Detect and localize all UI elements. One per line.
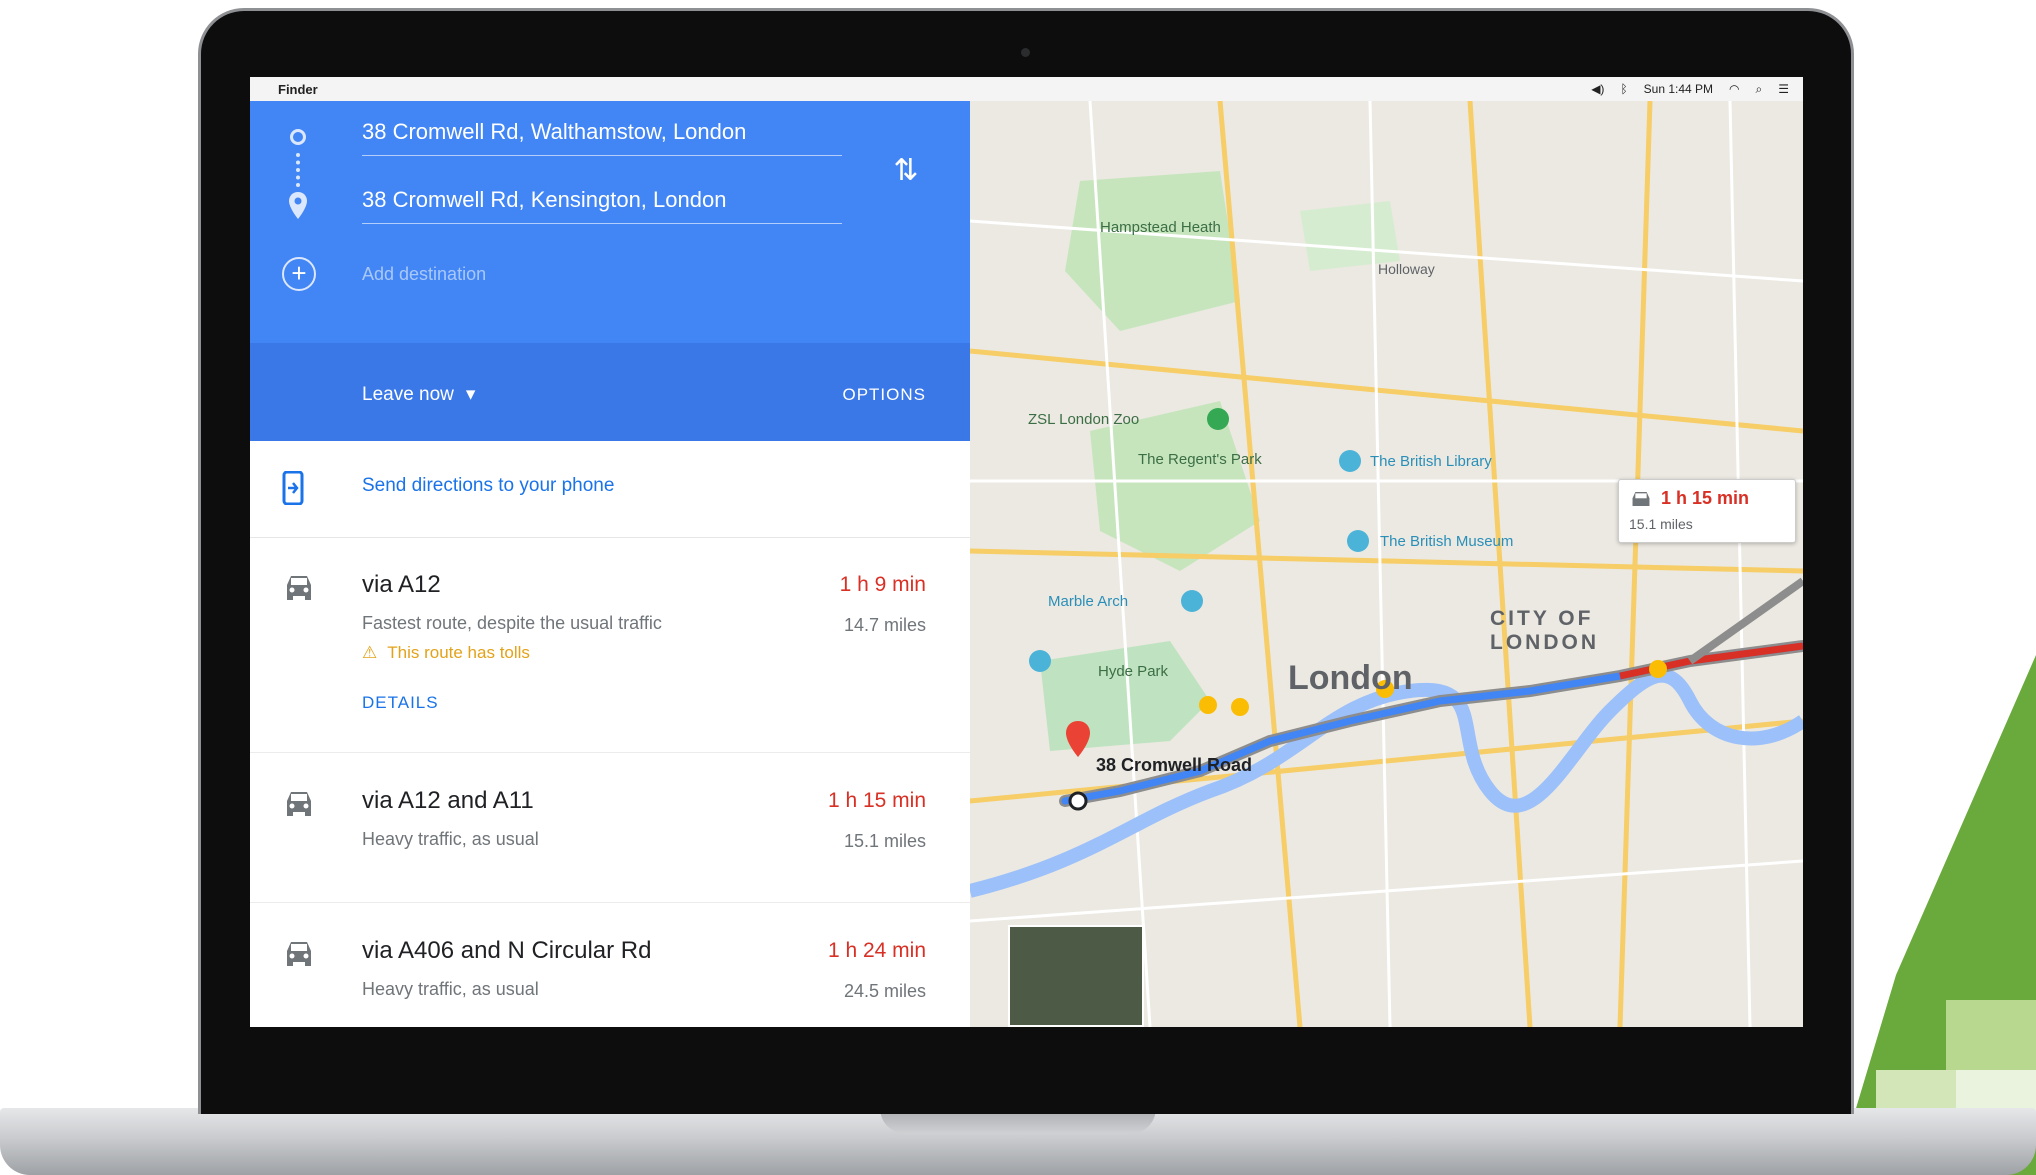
origin-input[interactable]: 38 Cromwell Rd, Walthamstow, London: [362, 109, 842, 156]
map-label-city-of-london: CITY OF LONDON: [1490, 607, 1599, 654]
phone-send-icon: [282, 471, 304, 505]
options-bar: Leave now ▾ OPTIONS: [250, 343, 970, 441]
route-option[interactable]: via A12 1 h 9 min Fastest route, despite…: [250, 537, 970, 753]
destination-pin-icon: [289, 192, 307, 219]
route-time: 1 h 24 min: [827, 939, 926, 962]
route-distance: 15.1 miles: [843, 831, 926, 851]
map-label-regents-park[interactable]: The Regent's Park: [1138, 451, 1262, 468]
route-distance: 14.7 miles: [843, 615, 926, 635]
callout-time: 1 h 15 min: [1661, 488, 1750, 508]
destination-red-pin: [1066, 721, 1090, 757]
callout-distance: 15.1 miles: [1629, 516, 1693, 532]
route-warning: ⚠ This route has tolls: [362, 643, 530, 663]
route-title: via A406 and N Circular Rd: [362, 937, 652, 964]
car-icon: [287, 576, 311, 600]
route-description: Fastest route, despite the usual traffic: [362, 613, 662, 633]
map-label-hampstead[interactable]: Hampstead Heath: [1100, 219, 1221, 236]
clock[interactable]: Sun 1:44 PM: [1644, 82, 1713, 96]
menubar-status: ◀) ᛒ Sun 1:44 PM ◠ ⌕ ☰: [1591, 82, 1789, 97]
warning-icon: ⚠: [362, 643, 378, 662]
leave-now-dropdown[interactable]: Leave now ▾: [362, 383, 475, 406]
car-icon: [287, 942, 311, 966]
bluetooth-icon[interactable]: ᛒ: [1620, 82, 1627, 96]
car-icon: [287, 792, 311, 816]
map-label-marble-arch[interactable]: Marble Arch: [1048, 593, 1128, 610]
chevron-down-icon: ▾: [465, 384, 476, 405]
map-label-british-library[interactable]: The British Library: [1370, 453, 1492, 470]
zoo-pin: [1207, 408, 1229, 430]
menu-icon[interactable]: ☰: [1778, 82, 1789, 96]
route-title: via A12 and A11: [362, 787, 534, 814]
volume-icon[interactable]: ◀): [1591, 82, 1604, 96]
route-details-link[interactable]: DETAILS: [362, 693, 439, 713]
route-option[interactable]: via A406 and N Circular Rd 1 h 24 min He…: [250, 903, 970, 1027]
mac-menubar: Finder ◀) ᛒ Sun 1:44 PM ◠ ⌕ ☰: [250, 77, 1803, 101]
laptop-screen: Finder ◀) ᛒ Sun 1:44 PM ◠ ⌕ ☰ 38 Cromwel…: [250, 77, 1803, 1027]
route-time: 1 h 15 min: [827, 789, 926, 812]
leave-now-label: Leave now: [362, 383, 454, 405]
map-label-london: London: [1288, 659, 1413, 697]
museum-pin: [1347, 530, 1369, 552]
camera-icon: [1021, 48, 1030, 57]
map-view[interactable]: Hampstead Heath Holloway ZSL London Zoo …: [970, 101, 1803, 1027]
route-dotted-line: [296, 153, 304, 187]
marble-arch-pin: [1181, 590, 1203, 612]
add-destination-icon[interactable]: +: [282, 257, 316, 291]
map-label-holloway[interactable]: Holloway: [1378, 261, 1435, 277]
send-to-phone-row[interactable]: Send directions to your phone: [250, 441, 970, 538]
search-icon[interactable]: ⌕: [1756, 82, 1763, 97]
route-time: 1 h 9 min: [839, 573, 926, 596]
swap-directions-icon[interactable]: ⇅: [886, 151, 926, 191]
options-button[interactable]: OPTIONS: [842, 385, 926, 405]
add-destination-field[interactable]: Add destination: [362, 257, 486, 291]
wifi-icon[interactable]: ◠: [1729, 82, 1739, 96]
map-label-british-museum[interactable]: The British Museum: [1380, 533, 1513, 550]
library-pin: [1339, 450, 1361, 472]
route-description: Heavy traffic, as usual: [362, 979, 539, 999]
route-option[interactable]: via A12 and A11 1 h 15 min Heavy traffic…: [250, 753, 970, 903]
destination-input[interactable]: 38 Cromwell Rd, Kensington, London: [362, 177, 842, 224]
app-name[interactable]: Finder: [278, 82, 318, 97]
route-callout[interactable]: 1 h 15 min 15.1 miles: [1618, 479, 1796, 543]
send-to-phone-link[interactable]: Send directions to your phone: [362, 475, 614, 497]
park-pin: [1029, 650, 1051, 672]
route-title: via A12: [362, 571, 441, 598]
origin-marker: [1068, 791, 1088, 811]
route-description: Heavy traffic, as usual: [362, 829, 539, 849]
satellite-toggle[interactable]: [1008, 925, 1144, 1027]
decorative-green-shape: [1836, 655, 2036, 1175]
route-warning-text: This route has tolls: [387, 643, 530, 662]
map-label-destination[interactable]: 38 Cromwell Road: [1096, 755, 1252, 776]
origin-dot-icon: [290, 129, 306, 145]
map-label-zoo[interactable]: ZSL London Zoo: [1028, 411, 1139, 428]
hampstead-heath-park: [1065, 171, 1240, 331]
map-canvas[interactable]: [970, 101, 1803, 1027]
directions-header: 38 Cromwell Rd, Walthamstow, London 38 C…: [250, 101, 970, 343]
map-label-hyde-park[interactable]: Hyde Park: [1098, 663, 1168, 680]
directions-panel: 38 Cromwell Rd, Walthamstow, London 38 C…: [250, 101, 970, 1027]
route-distance: 24.5 miles: [843, 981, 926, 1001]
car-icon: [1632, 491, 1650, 507]
